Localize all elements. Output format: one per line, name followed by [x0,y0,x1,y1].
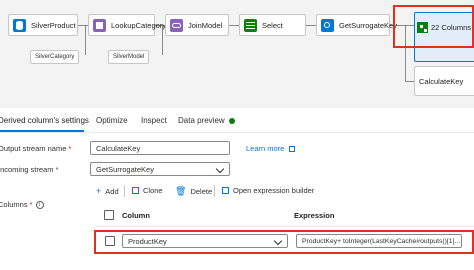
toolbar-divider [124,185,125,197]
connector [85,25,86,55]
flow-subnode-silvermodel[interactable]: SilverModel [108,50,150,64]
lookup-icon [93,18,106,32]
connector [405,81,414,82]
output-stream-label: Output stream name * [0,144,72,153]
flow-node-silverproduct[interactable]: SilverProduct [8,14,78,36]
data-flow-canvas: SilverProduct LookupCategory JoinModel S… [0,0,474,108]
connector [78,25,88,26]
info-icon[interactable]: i [35,201,44,210]
delete-button[interactable]: 🗑 Delete [175,186,212,197]
open-expression-builder-button[interactable]: Open expression builder [222,186,314,195]
chevron-down-icon [273,236,283,246]
column-header-expression: Expression [294,211,335,220]
flow-node-calculatekey[interactable]: CalculateKey [414,66,474,96]
column-header-column: Column [122,211,150,220]
incoming-stream-select[interactable]: GetSurrogateKey [90,162,230,176]
required-asterisk: * [55,165,59,174]
settings-tabs: Derived column's settings Optimize Inspe… [0,108,474,133]
flow-node-lookupcategory[interactable]: LookupCategory [88,14,166,36]
table-divider [96,226,474,227]
toolbar-divider [214,185,215,197]
output-stream-input[interactable]: CalculateKey [90,141,230,155]
plus-icon: + [96,186,102,196]
tab-optimize[interactable]: Optimize [96,116,128,125]
columns-label: Columns * i [0,200,44,210]
expression-input[interactable]: ProductKey+ toInteger(LastKeyCache#outpu… [296,234,462,248]
chevron-down-icon [215,164,225,174]
clone-button[interactable]: Clone [132,186,163,195]
tab-data-preview[interactable]: Data preview [178,116,235,125]
connector [162,25,163,55]
required-asterisk: * [29,200,33,209]
join-icon [170,18,183,32]
required-asterisk: * [68,144,72,153]
learn-more-link[interactable]: Learn more [246,144,296,153]
clone-icon [132,187,139,194]
active-tab-indicator [0,130,84,132]
trash-icon: 🗑 [175,186,187,196]
flow-node-getsurrogatekey[interactable]: GetSurrogateKey [316,14,397,36]
connector [229,25,239,26]
open-builder-icon [222,187,229,194]
add-button[interactable]: + Add [96,186,119,196]
connector [405,25,406,81]
tab-inspect[interactable]: Inspect [141,116,167,125]
database-icon [13,18,26,32]
tab-derived-settings[interactable]: Derived column's settings [0,116,89,125]
connector [306,25,316,26]
external-link-icon [289,146,296,153]
flow-subnode-silvercategory[interactable]: SilverCategory [30,50,80,64]
status-dot-icon [228,117,235,124]
select-icon [244,18,257,32]
flow-node-joinmodel[interactable]: JoinModel [165,14,229,36]
incoming-stream-label: Incoming stream * [0,165,59,174]
select-all-checkbox[interactable] [104,210,114,220]
row-checkbox[interactable] [105,236,115,246]
surrogate-key-icon [321,18,334,32]
derived-column-icon [417,22,428,33]
flow-node-selected-derived[interactable]: 22 Columns [414,12,474,62]
column-name-select[interactable]: ProductKey [122,234,288,248]
flow-node-select[interactable]: Select [239,14,306,36]
